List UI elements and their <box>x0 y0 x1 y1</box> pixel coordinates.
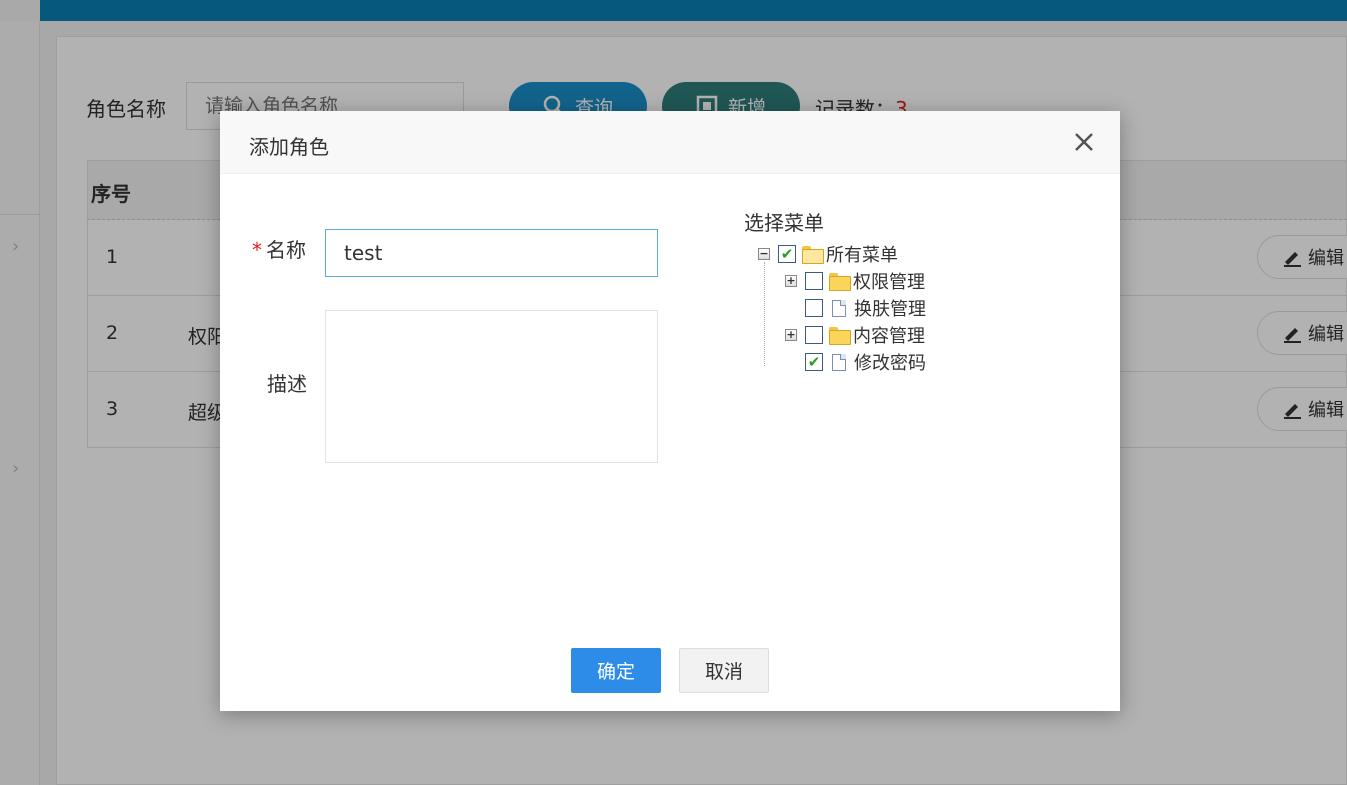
tree-node-root[interactable]: − ✔ 所有菜单 <box>758 242 898 266</box>
tree-node[interactable]: + 权限管理 <box>785 269 925 293</box>
name-label-text: 名称 <box>266 238 306 262</box>
checkbox-checked[interactable]: ✔ <box>805 353 823 371</box>
required-mark: * <box>252 238 262 262</box>
tree-line <box>764 262 765 366</box>
tree-node[interactable]: ✔ 修改密码 <box>785 350 926 374</box>
dialog-title: 添加角色 <box>249 135 329 159</box>
expand-icon[interactable]: + <box>785 275 797 287</box>
cancel-button[interactable]: 取消 <box>679 648 769 693</box>
tree-node-label: 权限管理 <box>853 272 925 293</box>
add-role-dialog: 添加角色 *名称 描述 选择菜单 − ✔ 所有菜单 + 权限管理 换肤管理 <box>220 111 1120 711</box>
tree-node-label: 换肤管理 <box>854 299 926 320</box>
folder-icon <box>829 273 851 291</box>
dialog-header: 添加角色 <box>220 111 1120 174</box>
collapse-icon[interactable]: − <box>758 248 770 260</box>
checkbox-unchecked[interactable] <box>805 299 823 317</box>
close-icon[interactable] <box>1070 128 1098 156</box>
tree-node-label: 修改密码 <box>854 353 926 374</box>
tree-node-label: 所有菜单 <box>826 245 898 266</box>
checkbox-unchecked[interactable] <box>805 272 823 290</box>
description-label: 描述 <box>267 372 307 396</box>
tree-node[interactable]: 换肤管理 <box>785 296 926 320</box>
folder-open-icon <box>802 246 824 264</box>
description-textarea[interactable] <box>325 310 658 463</box>
file-icon <box>832 299 846 317</box>
name-label: * 名称 <box>252 234 306 263</box>
confirm-button[interactable]: 确定 <box>571 648 661 693</box>
tree-node-label: 内容管理 <box>853 326 925 347</box>
tree-node[interactable]: + 内容管理 <box>785 323 925 347</box>
role-name-input[interactable] <box>325 229 658 277</box>
folder-icon <box>829 327 851 345</box>
checkbox-checked[interactable]: ✔ <box>778 245 796 263</box>
close-icon-glyph <box>1075 133 1093 151</box>
file-icon <box>832 353 846 371</box>
expand-icon[interactable]: + <box>785 329 797 341</box>
checkbox-unchecked[interactable] <box>805 326 823 344</box>
menu-tree-title: 选择菜单 <box>744 211 824 235</box>
